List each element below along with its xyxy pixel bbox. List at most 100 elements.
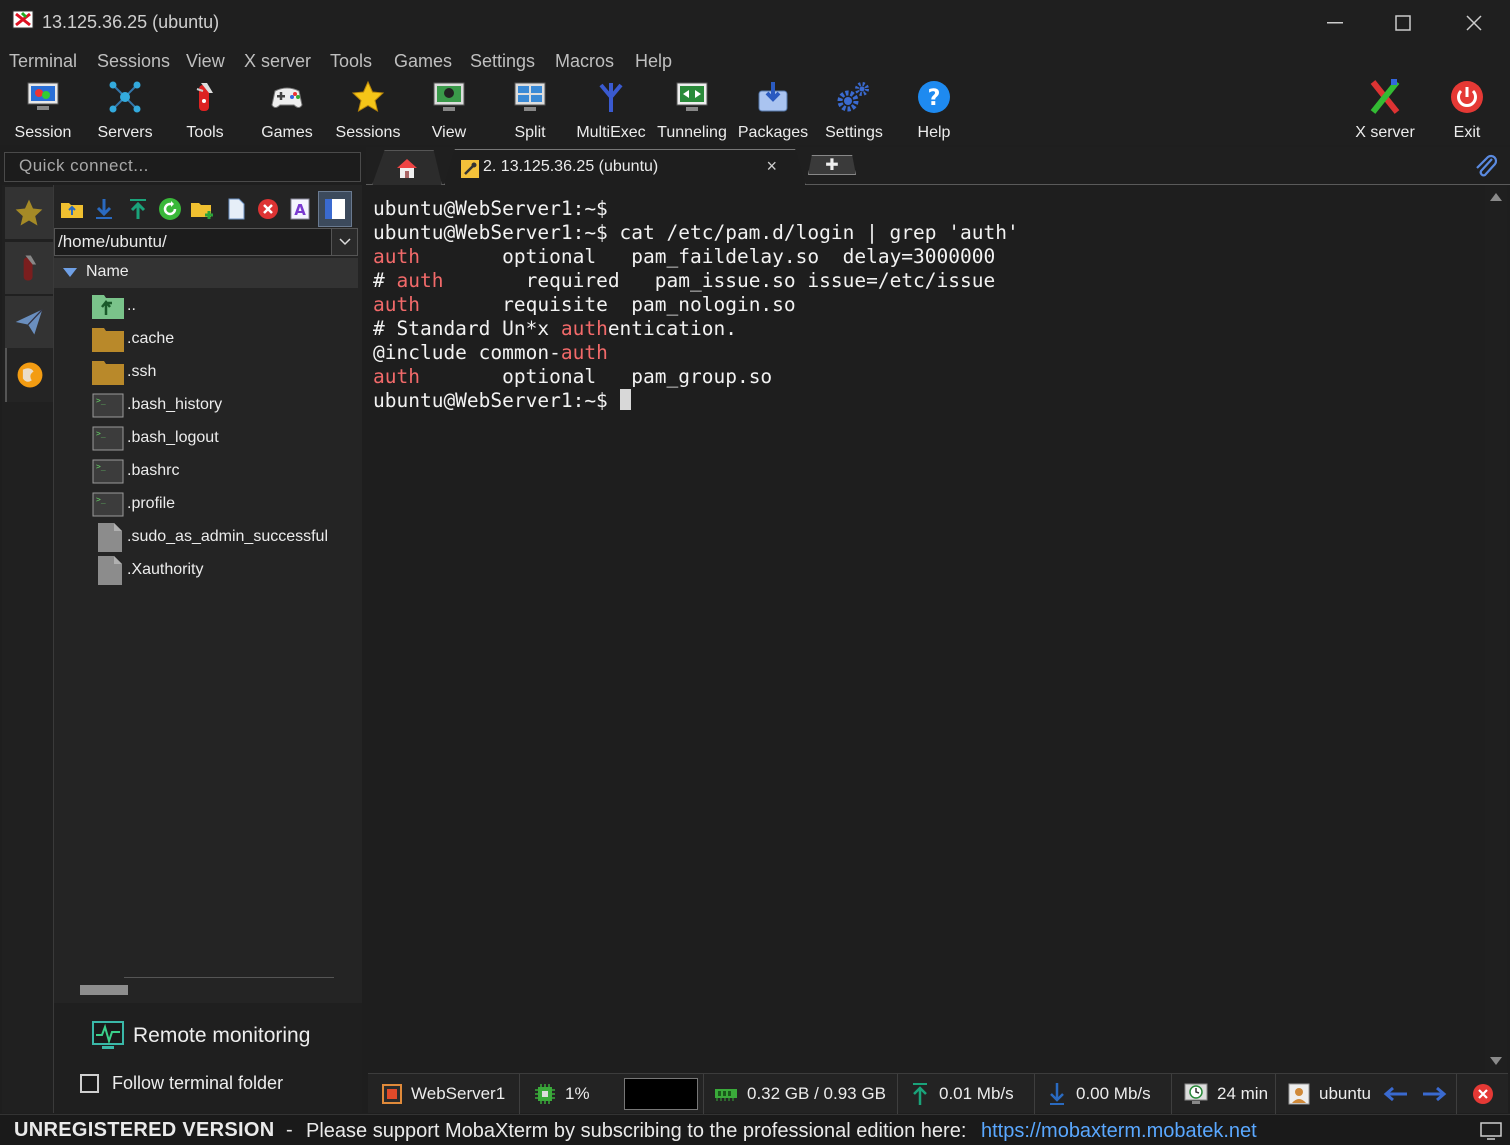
ssh-key-icon: [461, 160, 479, 178]
servers-network-icon: [109, 81, 141, 113]
highlighted-match: auth: [560, 341, 608, 364]
refresh-icon[interactable]: [158, 197, 182, 221]
download-icon[interactable]: [92, 197, 116, 221]
download-speed: 0.00 Mb/s: [1076, 1084, 1151, 1103]
menu-bar: Terminal Sessions View X server Tools Ga…: [0, 45, 1510, 77]
menu-macros[interactable]: Macros: [555, 51, 614, 72]
svg-text:>_: >_: [96, 495, 106, 504]
highlighted-match: auth: [560, 317, 608, 340]
terminal-line: ubuntu@WebServer1:~$: [373, 389, 1482, 413]
tab-close-button[interactable]: ×: [766, 156, 777, 177]
paperclip-icon[interactable]: [1472, 151, 1498, 181]
menu-games[interactable]: Games: [394, 51, 452, 72]
user-avatar-icon: [1288, 1083, 1310, 1105]
sessions-button[interactable]: Sessions: [334, 77, 402, 145]
status-user: ubuntu: [1276, 1074, 1380, 1114]
tunneling-button[interactable]: Tunneling: [655, 77, 729, 145]
exit-button[interactable]: Exit: [1440, 77, 1494, 145]
remote-monitoring-button[interactable]: Remote monitoring: [92, 1021, 310, 1051]
horizontal-scrollbar-thumb[interactable]: [80, 985, 128, 995]
multiexec-fork-icon: [599, 83, 623, 112]
terminal-text: ubuntu@WebServer1:~$: [373, 389, 620, 412]
tools-knife-icon: [196, 83, 213, 111]
path-dropdown-button[interactable]: [331, 229, 357, 255]
scroll-down-icon[interactable]: [1490, 1057, 1502, 1065]
terminal-scrollbar[interactable]: [1485, 185, 1507, 1073]
chevron-down-icon: [338, 238, 351, 246]
help-button[interactable]: ? Help: [905, 77, 963, 145]
tab-ssh-session[interactable]: 2. 13.125.36.25 (ubuntu) ×: [444, 149, 806, 186]
paper-plane-icon: [15, 309, 43, 335]
file-name: .bash_logout: [127, 429, 219, 446]
session-user: ubuntu: [1319, 1084, 1371, 1103]
checkbox-box[interactable]: [80, 1074, 99, 1093]
file-name: ..: [127, 297, 136, 314]
new-folder-icon[interactable]: [190, 197, 214, 221]
x-server-button[interactable]: X server: [1351, 77, 1419, 145]
terminal-text: ubuntu@WebServer1:~$: [373, 197, 608, 220]
file-name: .bashrc: [127, 462, 180, 479]
split-label: Split: [514, 124, 546, 141]
split-button[interactable]: Split: [501, 77, 559, 145]
split-screen-icon: [514, 82, 546, 111]
sidebar-tab-sessions[interactable]: [5, 187, 53, 239]
tools-button[interactable]: Tools: [176, 77, 234, 145]
servers-label: Servers: [97, 124, 153, 141]
delete-icon[interactable]: [256, 197, 280, 221]
games-button[interactable]: Games: [256, 77, 318, 145]
follow-terminal-folder-label: Follow terminal folder: [112, 1073, 284, 1093]
toggle-view-button[interactable]: [318, 191, 352, 227]
screen-icon[interactable]: [1480, 1122, 1502, 1140]
settings-button[interactable]: Settings: [821, 77, 887, 145]
star-icon: [15, 199, 43, 226]
menu-view[interactable]: View: [186, 51, 225, 72]
upload-icon[interactable]: [126, 197, 150, 221]
sidebar-tab-macros[interactable]: [5, 296, 53, 348]
multiexec-button[interactable]: MultiExec: [576, 77, 646, 145]
sidebar-divider: [124, 977, 334, 978]
mobatek-link[interactable]: https://mobaxterm.mobatek.net: [981, 1120, 1257, 1143]
arrow-left-icon[interactable]: [1383, 1086, 1409, 1102]
packages-label: Packages: [737, 124, 809, 141]
unregistered-banner: UNREGISTERED VERSION - Please support Mo…: [0, 1114, 1510, 1145]
download-arrow-icon: [1050, 1083, 1064, 1105]
arrow-right-icon[interactable]: [1421, 1086, 1447, 1102]
minimize-button[interactable]: [1320, 8, 1350, 38]
menu-settings[interactable]: Settings: [470, 51, 535, 72]
packages-button[interactable]: Packages: [738, 77, 808, 145]
servers-button[interactable]: Servers: [92, 77, 158, 145]
path-combobox[interactable]: /home/ubuntu/: [54, 228, 358, 256]
menu-terminal[interactable]: Terminal: [9, 51, 77, 72]
follow-terminal-folder-checkbox[interactable]: Follow terminal folder: [80, 1073, 283, 1094]
menu-x-server[interactable]: X server: [244, 51, 311, 72]
menu-sessions[interactable]: Sessions: [97, 51, 170, 72]
terminal-text: optional pam_group.so: [419, 365, 773, 388]
view-button[interactable]: View: [420, 77, 478, 145]
sidebar-tab-sftp[interactable]: [5, 348, 53, 402]
sidebar-tab-tools[interactable]: [5, 242, 53, 294]
home-tab[interactable]: [372, 150, 442, 185]
scroll-up-icon[interactable]: [1490, 193, 1502, 201]
close-window-button[interactable]: [1459, 8, 1489, 38]
menu-tools[interactable]: Tools: [330, 51, 372, 72]
view-monitor-icon: [433, 82, 465, 111]
folder-icon: [92, 361, 124, 385]
session-button[interactable]: Session: [10, 77, 76, 145]
terminal-output[interactable]: ubuntu@WebServer1:~$ ubuntu@WebServer1:~$…: [368, 185, 1482, 1073]
menu-help[interactable]: Help: [635, 51, 672, 72]
parent-folder-icon[interactable]: [60, 197, 84, 221]
close-session-button[interactable]: [1456, 1074, 1508, 1114]
quick-connect-input[interactable]: Quick connect...: [4, 152, 361, 182]
new-tab-button[interactable]: ✚: [808, 155, 856, 175]
maximize-button[interactable]: [1388, 8, 1418, 38]
name-column-header[interactable]: Name: [54, 258, 358, 288]
column-name-label: Name: [86, 263, 129, 280]
highlighted-match: auth: [396, 269, 444, 292]
rename-icon[interactable]: A: [288, 197, 312, 221]
new-file-icon[interactable]: [224, 197, 248, 221]
sidebar-tab-strip: [2, 185, 54, 1113]
cpu-chip-icon: [535, 1084, 555, 1104]
uptime-clock-icon: [1184, 1083, 1208, 1104]
unregistered-label: UNREGISTERED VERSION: [14, 1119, 275, 1141]
sftp-browser: A /home/ubuntu/ Name .. .cache .ssh >_ .…: [54, 185, 362, 1113]
